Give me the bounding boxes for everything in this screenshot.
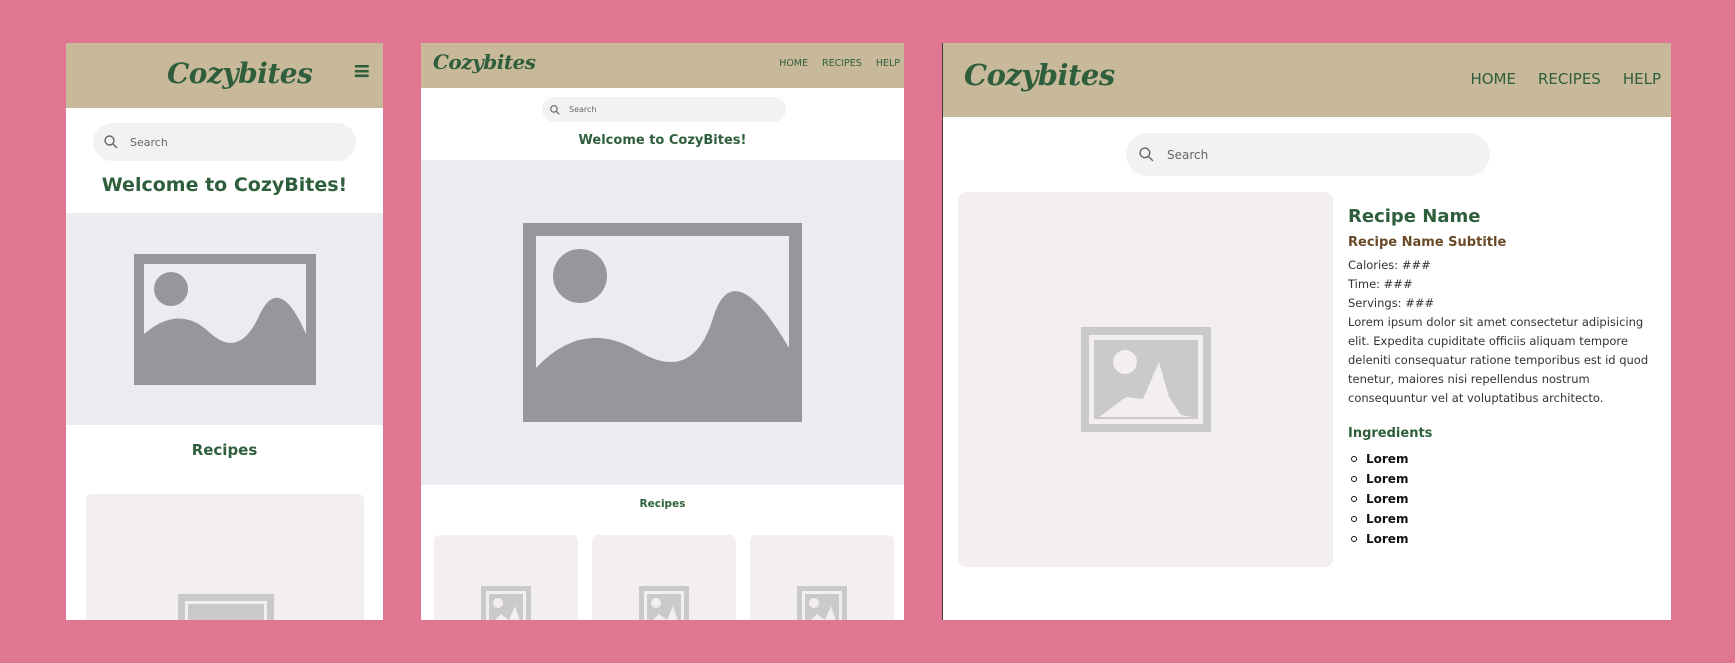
- recipe-meta: Calories: ### Time: ### Servings: ###: [1348, 256, 1658, 313]
- site-header: Cozybites HOME RECIPES HELP: [421, 43, 904, 88]
- recipe-description: Lorem ipsum dolor sit amet consectetur a…: [1348, 315, 1649, 405]
- search-icon: [104, 135, 118, 149]
- image-placeholder-icon: [133, 253, 316, 385]
- bullet-icon: [1351, 536, 1357, 542]
- nav-help[interactable]: HELP: [1623, 70, 1661, 88]
- search-input[interactable]: Search: [542, 97, 786, 122]
- nav-home[interactable]: HOME: [779, 58, 808, 69]
- image-placeholder-icon: [1080, 327, 1211, 432]
- ingredient-label: Lorem: [1366, 452, 1409, 466]
- welcome-heading: Welcome to CozyBites!: [578, 133, 747, 148]
- recipes-title: Recipes: [639, 498, 686, 510]
- recipe-card[interactable]: [86, 494, 364, 620]
- nav-recipes[interactable]: RECIPES: [822, 58, 862, 69]
- bullet-icon: [1351, 476, 1357, 482]
- ingredient-label: Lorem: [1366, 532, 1409, 546]
- ingredient-item: Lorem: [1348, 469, 1658, 489]
- search-placeholder: Search: [130, 135, 168, 149]
- search-input[interactable]: Search: [1126, 133, 1490, 176]
- image-placeholder-icon: [797, 586, 847, 620]
- recipe-detail: Recipe Name Recipe Name Subtitle Calorie…: [1348, 205, 1658, 549]
- ingredients-title: Ingredients: [1348, 426, 1433, 441]
- ingredient-item: Lorem: [1348, 509, 1658, 529]
- recipe-subtitle: Recipe Name Subtitle: [1348, 235, 1507, 250]
- logo[interactable]: Cozybites: [964, 58, 1115, 92]
- tablet-frame: Cozybites HOME RECIPES HELP Search Welco…: [421, 43, 904, 620]
- ingredient-item: Lorem: [1348, 529, 1658, 549]
- image-placeholder-icon: [178, 594, 274, 620]
- ingredient-item: Lorem: [1348, 489, 1658, 509]
- ingredient-label: Lorem: [1366, 492, 1409, 506]
- logo[interactable]: Cozybites: [433, 50, 536, 74]
- search-input[interactable]: Search: [93, 123, 356, 161]
- recipe-card[interactable]: [592, 535, 736, 620]
- welcome-heading: Welcome to CozyBites!: [101, 174, 348, 196]
- search-icon: [550, 104, 560, 115]
- hamburger-icon[interactable]: ≡: [353, 59, 371, 84]
- image-placeholder-icon: [523, 223, 802, 422]
- image-placeholder-icon: [481, 586, 531, 620]
- bullet-icon: [1351, 496, 1357, 502]
- recipes-title: Recipes: [191, 441, 258, 459]
- hero-image: [421, 160, 904, 485]
- mobile-frame: Cozybites ≡ Search Welcome to CozyBites!…: [66, 43, 383, 620]
- hero-image: [66, 213, 383, 425]
- search-placeholder: Search: [569, 105, 597, 114]
- search-placeholder: Search: [1167, 147, 1209, 162]
- recipe-calories: Calories: ###: [1348, 258, 1431, 272]
- bullet-icon: [1351, 456, 1357, 462]
- main-nav: HOME RECIPES HELP: [1470, 70, 1661, 88]
- nav-recipes[interactable]: RECIPES: [1538, 70, 1601, 88]
- ingredient-label: Lorem: [1366, 472, 1409, 486]
- recipe-card[interactable]: [434, 535, 578, 620]
- nav-home[interactable]: HOME: [1470, 70, 1516, 88]
- ingredient-label: Lorem: [1366, 512, 1409, 526]
- nav-help[interactable]: HELP: [876, 58, 900, 69]
- image-placeholder-icon: [639, 586, 689, 620]
- site-header: Cozybites HOME RECIPES HELP: [943, 43, 1671, 117]
- recipe-card[interactable]: [750, 535, 894, 620]
- desktop-frame: Cozybites HOME RECIPES HELP Search Recip…: [942, 43, 1671, 620]
- main-nav: HOME RECIPES HELP: [779, 58, 900, 69]
- recipe-name: Recipe Name: [1348, 206, 1481, 227]
- site-header: Cozybites ≡: [66, 43, 383, 108]
- ingredients-list: Lorem Lorem Lorem Lorem Lorem: [1348, 449, 1658, 549]
- logo[interactable]: Cozybites: [167, 57, 313, 90]
- ingredient-item: Lorem: [1348, 449, 1658, 469]
- recipe-image: [958, 192, 1333, 567]
- recipe-servings: Servings: ###: [1348, 296, 1435, 310]
- bullet-icon: [1351, 516, 1357, 522]
- recipe-time: Time: ###: [1348, 277, 1413, 291]
- search-icon: [1139, 147, 1154, 162]
